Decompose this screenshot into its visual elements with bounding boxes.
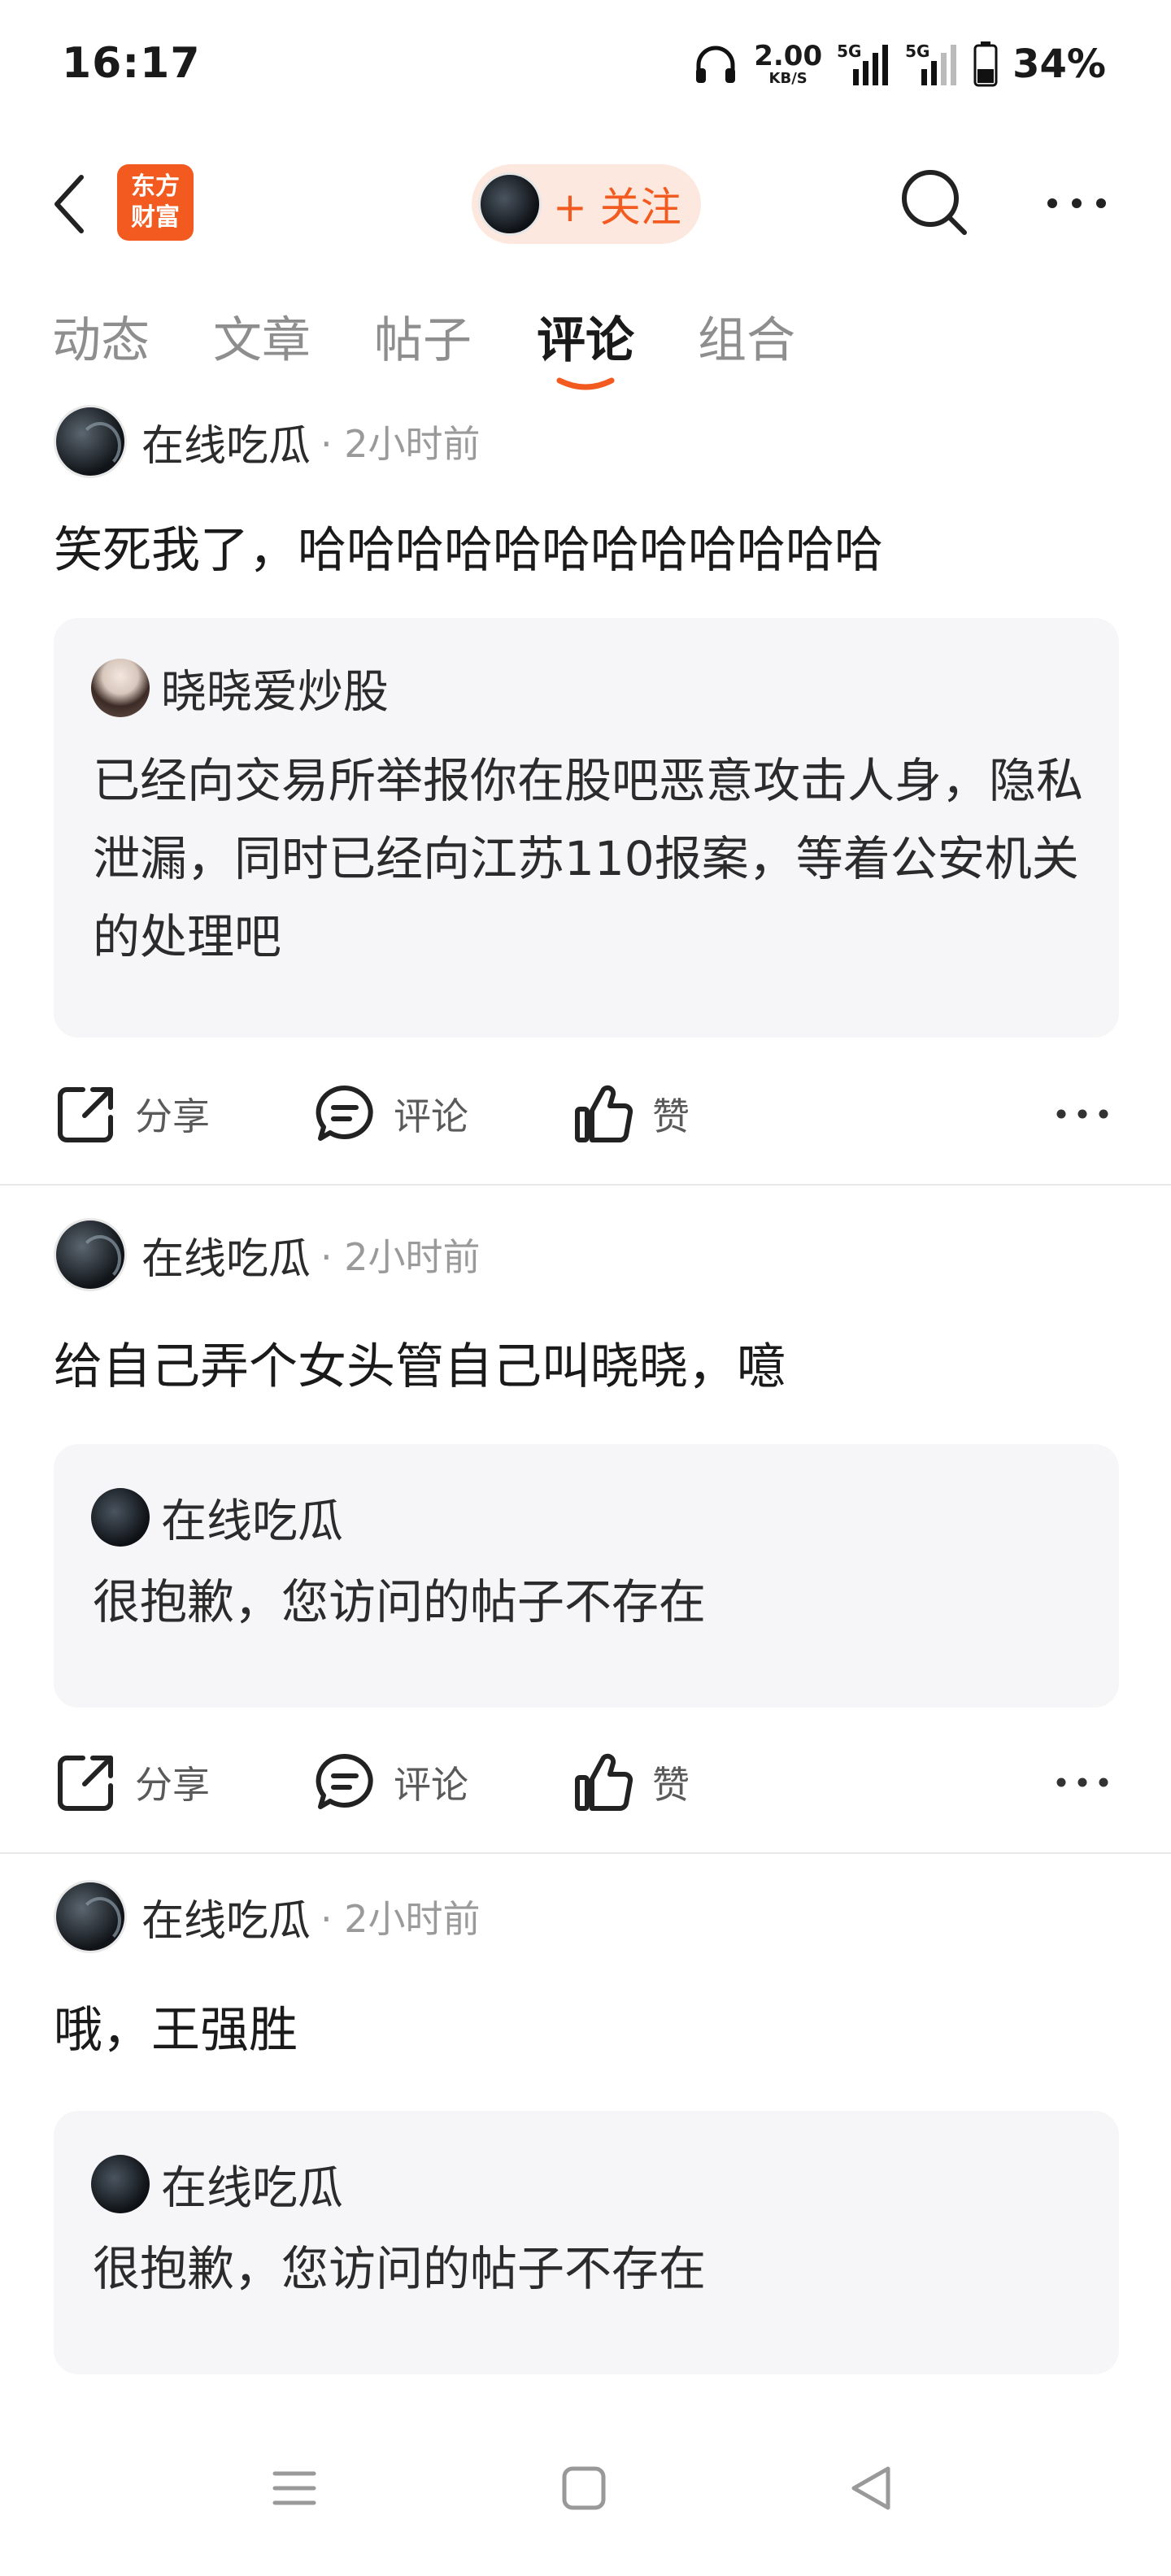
author-name: 在线吃瓜 xyxy=(141,1234,311,1284)
signal-icon xyxy=(921,45,957,85)
quoted-author-name: 在线吃瓜 xyxy=(161,2161,343,2215)
avatar xyxy=(54,1218,127,1291)
quoted-post[interactable]: 在线吃瓜 很抱歉，您访问的帖子不存在 xyxy=(54,2111,1119,2374)
signal-1: 5G xyxy=(837,41,890,87)
avatar xyxy=(54,1880,127,1953)
divider xyxy=(0,1184,1171,1186)
comment-label: 评论 xyxy=(394,1763,468,1807)
author-row[interactable]: 在线吃瓜 · 2小时前 xyxy=(54,1218,481,1291)
share-icon xyxy=(58,1756,113,1811)
like-label: 赞 xyxy=(652,1094,690,1138)
divider xyxy=(0,1852,1171,1854)
back-triangle-icon[interactable] xyxy=(839,2456,904,2521)
tab-portfolio[interactable]: 组合 xyxy=(698,301,795,372)
quoted-author-row: 在线吃瓜 xyxy=(91,1488,343,1548)
like-label: 赞 xyxy=(652,1763,690,1807)
back-arrow-icon[interactable] xyxy=(46,168,94,241)
comment-label: 评论 xyxy=(394,1094,468,1138)
logo-line1: 东方 xyxy=(131,172,180,201)
battery-icon xyxy=(973,41,998,87)
battery-percent: 34% xyxy=(1012,41,1106,87)
thumbs-up-icon xyxy=(575,1753,633,1811)
tab-posts[interactable]: 帖子 xyxy=(374,301,472,372)
comment-text: 笑死我了，哈哈哈哈哈哈哈哈哈哈哈哈 xyxy=(54,522,883,579)
avatar xyxy=(91,1488,150,1547)
top-header: 东方 财富 + 关注 xyxy=(0,154,1171,252)
author-name: 在线吃瓜 xyxy=(141,1896,311,1946)
tab-articles[interactable]: 文章 xyxy=(213,301,311,372)
like-button[interactable]: 赞 xyxy=(572,1742,690,1823)
signal-icon xyxy=(853,45,889,85)
follow-label: + 关注 xyxy=(553,184,681,231)
post-time: · 2小时前 xyxy=(320,1897,481,1941)
menu-icon[interactable] xyxy=(262,2456,327,2521)
post-time: · 2小时前 xyxy=(320,422,481,466)
quoted-author-row: 晓晓爱炒股 xyxy=(91,659,389,719)
system-nav-bar xyxy=(0,2423,1171,2576)
author-name: 在线吃瓜 xyxy=(141,421,311,471)
status-bar: 16:17 2.00 KB/S 5G 5G 34% xyxy=(0,0,1171,130)
net-speed: 2.00 KB/S xyxy=(754,42,822,86)
share-icon xyxy=(58,1087,113,1142)
action-bar: 分享 评论 赞 xyxy=(0,1073,1171,1155)
comment-icon xyxy=(316,1753,373,1809)
comment-text: 给自己弄个女头管自己叫晓晓，噫 xyxy=(54,1338,786,1395)
comment-button[interactable]: 评论 xyxy=(314,1073,468,1155)
quoted-author-name: 晓晓爱炒股 xyxy=(161,665,389,719)
headphones-icon xyxy=(696,46,736,83)
more-icon[interactable] xyxy=(1054,1758,1111,1807)
avatar xyxy=(54,405,127,478)
app-logo[interactable]: 东方 财富 xyxy=(117,164,194,241)
active-tab-indicator xyxy=(556,377,615,390)
follow-button[interactable]: + 关注 xyxy=(472,164,701,244)
quoted-text: 很抱歉，您访问的帖子不存在 xyxy=(93,1574,707,1630)
search-icon[interactable] xyxy=(898,166,971,239)
share-button[interactable]: 分享 xyxy=(55,1742,210,1823)
like-button[interactable]: 赞 xyxy=(572,1073,690,1155)
logo-line2: 财富 xyxy=(131,203,180,232)
post-time: · 2小时前 xyxy=(320,1235,481,1279)
net-speed-value: 2.00 xyxy=(754,40,823,72)
quoted-post[interactable]: 在线吃瓜 很抱歉，您访问的帖子不存在 xyxy=(54,1444,1119,1708)
share-label: 分享 xyxy=(135,1763,210,1807)
quoted-text: 很抱歉，您访问的帖子不存在 xyxy=(93,2241,707,2296)
signal-2: 5G xyxy=(905,41,959,87)
tab-dynamics[interactable]: 动态 xyxy=(52,301,150,372)
more-icon[interactable] xyxy=(1054,1090,1111,1138)
home-square-icon[interactable] xyxy=(551,2456,616,2521)
status-icons: 2.00 KB/S 5G 5G 34% xyxy=(692,36,1106,93)
action-bar: 分享 评论 赞 xyxy=(0,1742,1171,1823)
quoted-post[interactable]: 晓晓爱炒股 已经向交易所举报你在股吧恶意攻击人身，隐私泄漏，同时已经向江苏110… xyxy=(54,618,1119,1038)
comment-text: 哦，王强胜 xyxy=(54,2002,298,2059)
share-button[interactable]: 分享 xyxy=(55,1073,210,1155)
share-label: 分享 xyxy=(135,1094,210,1138)
author-row[interactable]: 在线吃瓜 · 2小时前 xyxy=(54,405,481,478)
avatar xyxy=(91,659,150,717)
status-time: 16:17 xyxy=(62,39,201,88)
quoted-text: 已经向交易所举报你在股吧恶意攻击人身，隐私泄漏，同时已经向江苏110报案，等着公… xyxy=(93,753,1084,964)
avatar xyxy=(91,2155,150,2213)
quoted-author-name: 在线吃瓜 xyxy=(161,1495,343,1548)
comment-icon xyxy=(316,1085,373,1141)
net-speed-unit: KB/S xyxy=(768,70,808,87)
profile-avatar xyxy=(478,172,542,236)
more-icon[interactable] xyxy=(1044,179,1109,228)
tab-comments[interactable]: 评论 xyxy=(537,301,634,372)
thumbs-up-icon xyxy=(575,1085,633,1142)
quoted-author-row: 在线吃瓜 xyxy=(91,2155,343,2215)
author-row[interactable]: 在线吃瓜 · 2小时前 xyxy=(54,1880,481,1953)
profile-tabs: 动态 文章 帖子 评论 组合 xyxy=(0,301,1171,398)
comment-button[interactable]: 评论 xyxy=(314,1742,468,1823)
